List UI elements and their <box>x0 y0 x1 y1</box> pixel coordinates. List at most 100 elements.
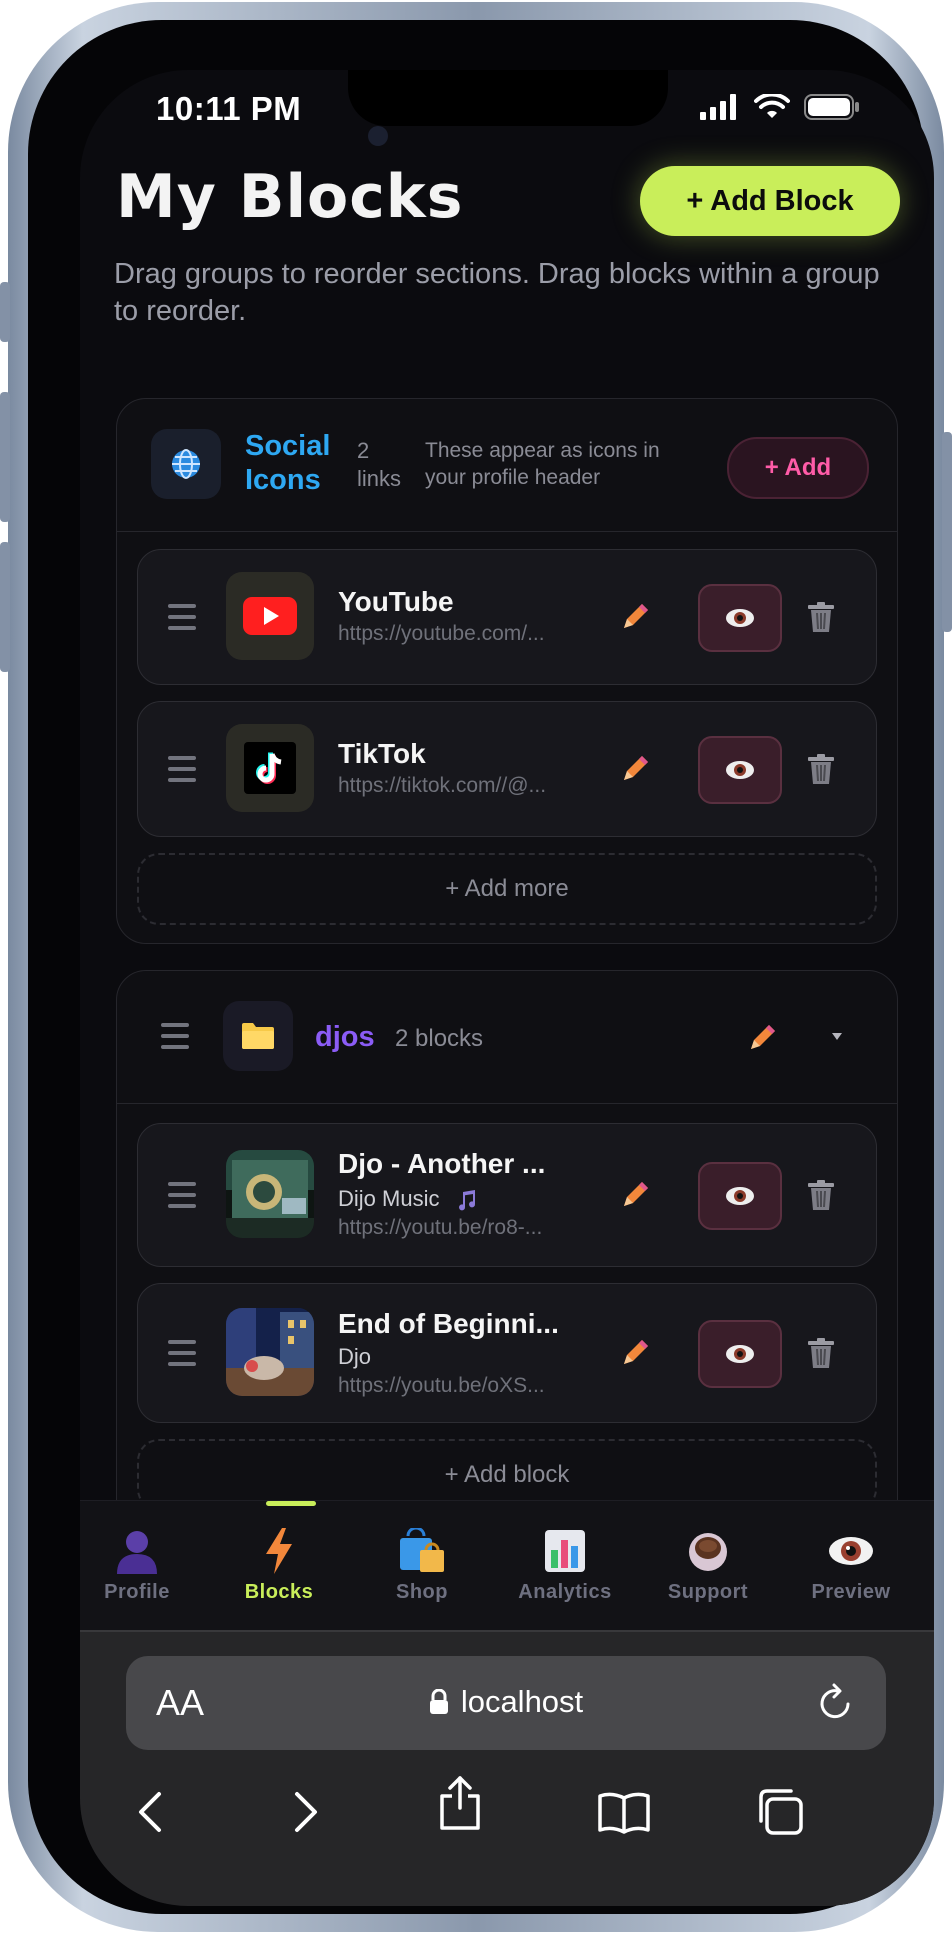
reload-icon[interactable] <box>816 1682 856 1724</box>
active-tab-indicator <box>266 1501 316 1506</box>
djos-group-title: djos <box>315 1021 375 1053</box>
url-text: localhost <box>460 1684 584 1719</box>
add-social-button[interactable]: + Add <box>727 437 869 499</box>
social-group-hint: These appear as icons in your profile he… <box>425 439 660 489</box>
tiktok-icon <box>226 724 314 812</box>
item-url: https://youtu.be/oXS... <box>338 1374 545 1397</box>
pencil-icon[interactable] <box>618 1336 652 1370</box>
tab-analytics[interactable]: Analytics <box>500 1527 630 1604</box>
item-subtitle: Djo <box>338 1344 372 1369</box>
screen: 10:11 PM My Blocks + Add Block Drag grou… <box>80 70 934 1906</box>
item-title: TikTok <box>338 738 426 769</box>
tab-support[interactable]: Support <box>643 1527 773 1604</box>
edit-group-pencil-icon[interactable] <box>745 1021 779 1055</box>
lock-icon <box>429 1688 448 1714</box>
block-item[interactable]: End of Beginni... Djo https://youtu.be/o… <box>137 1283 877 1423</box>
tab-label: Profile <box>104 1581 170 1603</box>
drag-handle-icon[interactable] <box>168 756 196 782</box>
add-more-social-button[interactable]: + Add more <box>137 853 877 925</box>
phone-frame: 10:11 PM My Blocks + Add Block Drag grou… <box>0 2 952 1932</box>
eye-icon <box>726 761 754 779</box>
item-title: End of Beginni... <box>338 1308 559 1339</box>
social-title-line1: Social <box>245 430 331 462</box>
tab-label: Shop <box>396 1581 448 1603</box>
trash-icon[interactable] <box>804 1336 838 1370</box>
forward-icon[interactable] <box>276 1782 336 1842</box>
youtube-icon <box>226 572 314 660</box>
tab-profile[interactable]: Profile <box>80 1527 202 1604</box>
tab-preview[interactable]: Preview <box>786 1527 916 1604</box>
status-time: 10:11 PM <box>156 90 302 127</box>
drag-handle-icon[interactable] <box>168 604 196 630</box>
item-url: https://tiktok.com//@... <box>338 774 547 797</box>
browser-toolbar: AA localhost <box>80 1630 934 1906</box>
back-icon[interactable] <box>120 1782 180 1842</box>
pencil-icon[interactable] <box>618 752 652 786</box>
bookmarks-icon[interactable] <box>594 1782 654 1842</box>
social-icons-group: Social Icons 2 links These appear as ico… <box>116 398 898 944</box>
person-icon <box>80 1527 202 1575</box>
visibility-toggle-button[interactable] <box>698 584 782 652</box>
djos-group-count: 2 blocks <box>395 1025 484 1052</box>
notch <box>348 70 668 126</box>
visibility-toggle-button[interactable] <box>698 1162 782 1230</box>
social-item-youtube[interactable]: YouTube https://youtube.com/... <box>137 549 877 685</box>
chevron-down-icon[interactable] <box>831 1031 843 1041</box>
coffee-icon <box>643 1527 773 1575</box>
social-group-header: Social Icons 2 links These appear as ico… <box>117 399 897 532</box>
item-url: https://youtube.com/... <box>338 622 545 645</box>
camera <box>368 126 388 146</box>
tab-label: Blocks <box>244 1581 314 1603</box>
item-artist: Dijo Music <box>338 1186 440 1211</box>
item-title: Djo - Another ... <box>338 1148 546 1179</box>
trash-icon[interactable] <box>804 752 838 786</box>
folder-icon <box>223 1001 293 1071</box>
tab-shop[interactable]: Shop <box>357 1527 487 1604</box>
drag-handle-icon[interactable] <box>168 1340 196 1366</box>
lightning-icon <box>214 1527 344 1575</box>
chart-icon <box>500 1527 630 1575</box>
music-note-icon <box>458 1190 475 1211</box>
bottom-tab-bar: Profile Blocks Shop Analytics Support Pr… <box>80 1500 934 1631</box>
page-subtitle: Drag groups to reorder sections. Drag bl… <box>114 258 880 327</box>
video-thumbnail <box>226 1308 314 1396</box>
group-drag-handle-icon[interactable] <box>161 1023 189 1049</box>
tab-label: Preview <box>811 1581 891 1603</box>
social-count-number: 2 <box>357 438 370 463</box>
share-icon[interactable] <box>430 1772 490 1832</box>
tab-blocks[interactable]: Blocks <box>214 1527 344 1604</box>
pencil-icon[interactable] <box>618 600 652 634</box>
social-links-count: 2 links <box>357 437 401 493</box>
social-item-tiktok[interactable]: TikTok https://tiktok.com//@... <box>137 701 877 837</box>
video-thumbnail <box>226 1150 314 1238</box>
eye-icon <box>726 609 754 627</box>
battery-icon <box>804 94 859 120</box>
visibility-toggle-button[interactable] <box>698 736 782 804</box>
social-count-unit: links <box>357 466 402 491</box>
tab-label: Analytics <box>518 1581 612 1603</box>
visibility-toggle-button[interactable] <box>698 1320 782 1388</box>
page-title: My Blocks <box>116 162 464 232</box>
eye-icon <box>786 1527 916 1575</box>
trash-icon[interactable] <box>804 1178 838 1212</box>
pencil-icon[interactable] <box>618 1178 652 1212</box>
item-subtitle: Dijo Music <box>338 1186 478 1212</box>
trash-icon[interactable] <box>804 600 838 634</box>
block-item[interactable]: Djo - Another ... Dijo Music https://you… <box>137 1123 877 1267</box>
social-title-line2: Icons <box>245 464 321 496</box>
djos-group: djos 2 blocks Djo - Another ... Dijo Mus… <box>116 970 898 1572</box>
item-url: https://youtu.be/ro8-... <box>338 1216 543 1239</box>
social-group-title: Social Icons <box>245 429 330 497</box>
item-title: YouTube <box>338 586 454 617</box>
shopping-bag-icon <box>357 1527 487 1575</box>
drag-handle-icon[interactable] <box>168 1182 196 1208</box>
djos-group-header: djos 2 blocks <box>117 971 897 1104</box>
url-display[interactable]: localhost <box>126 1684 886 1720</box>
tabs-icon[interactable] <box>750 1782 810 1842</box>
add-block-button[interactable]: + Add Block <box>640 166 900 236</box>
signal-icon <box>700 94 736 120</box>
address-bar[interactable]: AA localhost <box>126 1656 886 1750</box>
eye-icon <box>726 1187 754 1205</box>
tab-label: Support <box>667 1581 749 1603</box>
wifi-icon <box>754 94 790 118</box>
